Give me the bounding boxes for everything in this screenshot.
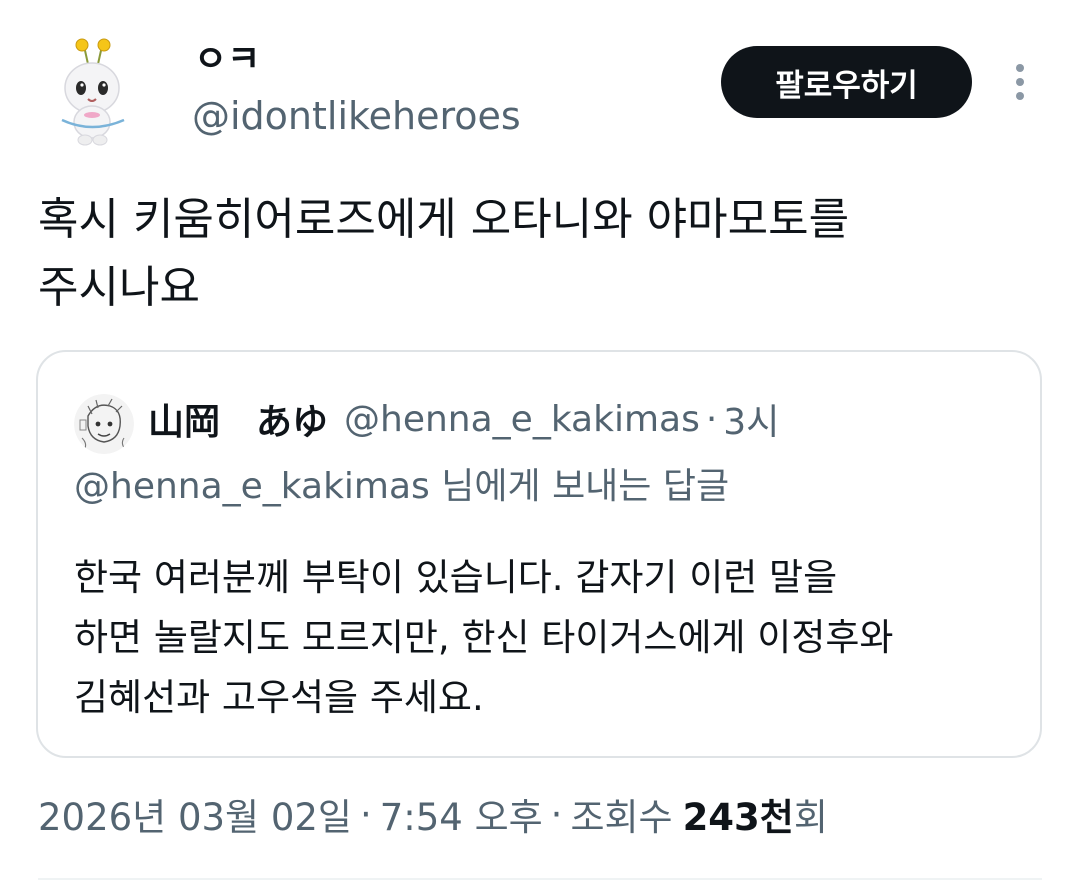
separator-dot: · xyxy=(705,398,718,440)
tweet-header: ㅇㅋ @idontlikeheroes 팔로우하기 xyxy=(0,0,1080,160)
quote-reply-context: @henna_e_kakimas 님에게 보내는 답글 xyxy=(74,466,730,507)
more-vertical-icon xyxy=(1016,64,1024,100)
author-handle[interactable]: @idontlikeheroes xyxy=(192,92,521,140)
separator-dot: · xyxy=(550,792,563,836)
quote-text: 한국 여러분께 부탁이 있습니다. 갑자기 이런 말을 하면 놀랄지도 모르지만… xyxy=(74,556,894,719)
more-options-button[interactable] xyxy=(1004,60,1036,104)
quote-author-name[interactable]: 山岡 あゆ xyxy=(148,393,328,445)
quote-timestamp[interactable]: 3시 xyxy=(723,393,779,445)
quoted-tweet-card[interactable]: 山岡 あゆ @henna_e_kakimas · 3시 @henna_e_kak… xyxy=(36,350,1042,758)
author-display-name[interactable]: ㅇㅋ xyxy=(194,36,260,84)
tweet-date[interactable]: 2026년 03월 02일 xyxy=(38,787,352,841)
tweet-metadata: 2026년 03월 02일 · 7:54 오후 · 조회수 243천 회 xyxy=(38,786,828,842)
views-label: 조회수 xyxy=(570,796,673,839)
views-count[interactable]: 243천 xyxy=(683,787,794,841)
tweet-text: 혹시 키움히어로즈에게 오타니와 야마모토를 주시나요 xyxy=(38,194,850,313)
follow-button[interactable]: 팔로우하기 xyxy=(721,46,972,118)
author-avatar[interactable] xyxy=(52,38,134,148)
quote-author-handle[interactable]: @henna_e_kakimas xyxy=(344,399,700,440)
views-suffix: 회 xyxy=(793,796,828,839)
divider xyxy=(38,878,1042,880)
quote-author-avatar[interactable] xyxy=(74,394,134,454)
tweet-time[interactable]: 7:54 오후 xyxy=(380,787,543,841)
separator-dot: · xyxy=(359,792,372,836)
quote-header: 山岡 あゆ @henna_e_kakimas · 3시 xyxy=(148,392,779,446)
